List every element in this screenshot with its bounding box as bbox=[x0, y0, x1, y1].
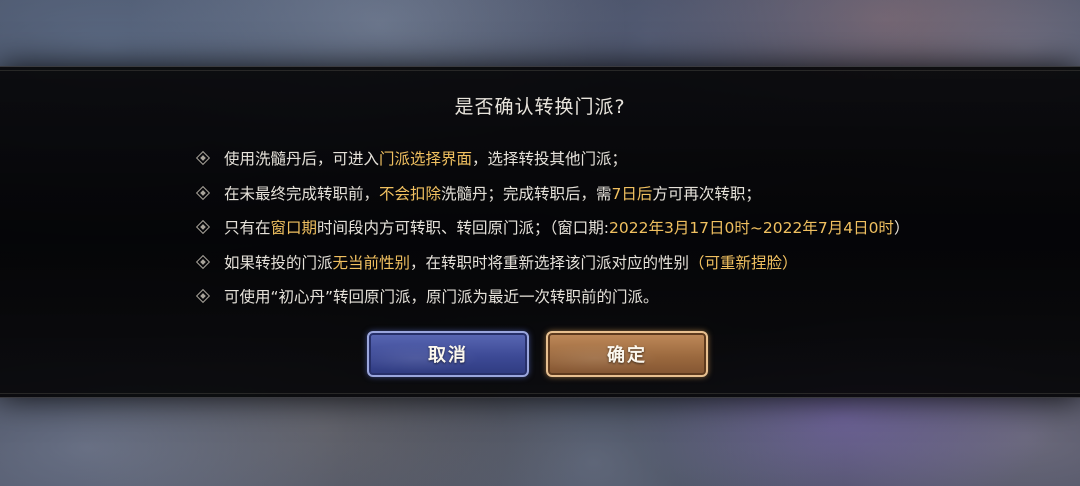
rule-highlight-text: 门派选择界面 bbox=[379, 150, 473, 169]
rule-segment-text: 在未最终完成转职前， bbox=[224, 184, 380, 203]
game-screen: 是否确认转换门派? 使用洗髓丹后，可进入门派选择界面，选择转投其他门派； 在未最终… bbox=[0, 0, 1080, 486]
rule-item: 在未最终完成转职前，不会扣除洗髓丹；完成转职后，需7日后方可再次转职； bbox=[195, 176, 1055, 211]
rule-segment-text: 时间段内方可转职、转回原门派；（窗口期: bbox=[317, 219, 610, 238]
rule-item: 如果转投的门派无当前性别，在转职时将重新选择该门派对应的性别（可重新捏脸） bbox=[195, 245, 1055, 280]
diamond-bullet-icon bbox=[195, 151, 211, 166]
cancel-button[interactable]: 取消 bbox=[367, 331, 529, 377]
rule-segment-text: 如果转投的门派 bbox=[224, 253, 333, 272]
rule-item: 使用洗髓丹后，可进入门派选择界面，选择转投其他门派； bbox=[195, 141, 1055, 176]
rule-segment-text: 可使用“初心丹”转回原门派，原门派为最近一次转职前的门派。 bbox=[224, 288, 659, 307]
rule-item: 只有在窗口期时间段内方可转职、转回原门派；（窗口期:2022年3月17日0时~2… bbox=[195, 210, 1055, 245]
rule-highlight-text: 7日后 bbox=[611, 184, 653, 203]
rule-text: 可使用“初心丹”转回原门派，原门派为最近一次转职前的门派。 bbox=[224, 285, 659, 307]
rule-segment-text: 只有在 bbox=[224, 219, 271, 238]
rule-text: 如果转投的门派无当前性别，在转职时将重新选择该门派对应的性别（可重新捏脸） bbox=[224, 251, 798, 273]
diamond-bullet-icon bbox=[195, 289, 211, 304]
rule-text: 在未最终完成转职前，不会扣除洗髓丹；完成转职后，需7日后方可再次转职； bbox=[224, 182, 761, 204]
diamond-bullet-icon bbox=[195, 254, 211, 269]
rule-segment-text: 使用洗髓丹后，可进入 bbox=[224, 150, 380, 169]
confirm-button[interactable]: 确定 bbox=[546, 331, 708, 377]
rule-highlight-text: 窗口期 bbox=[270, 219, 318, 238]
diamond-bullet-icon bbox=[195, 185, 211, 200]
dialog-title: 是否确认转换门派? bbox=[454, 96, 626, 118]
rule-highlight-text: （可重新捏脸） bbox=[689, 253, 798, 272]
rules-list: 使用洗髓丹后，可进入门派选择界面，选择转投其他门派； 在未最终完成转职前，不会扣除… bbox=[195, 141, 1055, 314]
rule-highlight-text: 不会扣除 bbox=[379, 184, 442, 203]
rule-segment-text: ，选择转投其他门派； bbox=[472, 150, 628, 169]
rule-text: 只有在窗口期时间段内方可转职、转回原门派；（窗口期:2022年3月17日0时~2… bbox=[224, 216, 909, 238]
rule-segment-text: 洗髓丹；完成转职后，需 bbox=[441, 184, 612, 203]
rule-segment-text: ，在转职时将重新选择该门派对应的性别 bbox=[410, 253, 690, 272]
diamond-bullet-icon bbox=[195, 220, 211, 235]
rule-segment-text: ） bbox=[893, 219, 910, 238]
rule-item: 可使用“初心丹”转回原门派，原门派为最近一次转职前的门派。 bbox=[195, 279, 1055, 314]
rule-text: 使用洗髓丹后，可进入门派选择界面，选择转投其他门派； bbox=[224, 147, 627, 169]
rule-segment-text: 方可再次转职； bbox=[652, 184, 761, 203]
rule-highlight-text: 2022年3月17日0时~2022年7月4日0时 bbox=[609, 219, 894, 238]
rule-highlight-text: 无当前性别 bbox=[332, 253, 411, 272]
